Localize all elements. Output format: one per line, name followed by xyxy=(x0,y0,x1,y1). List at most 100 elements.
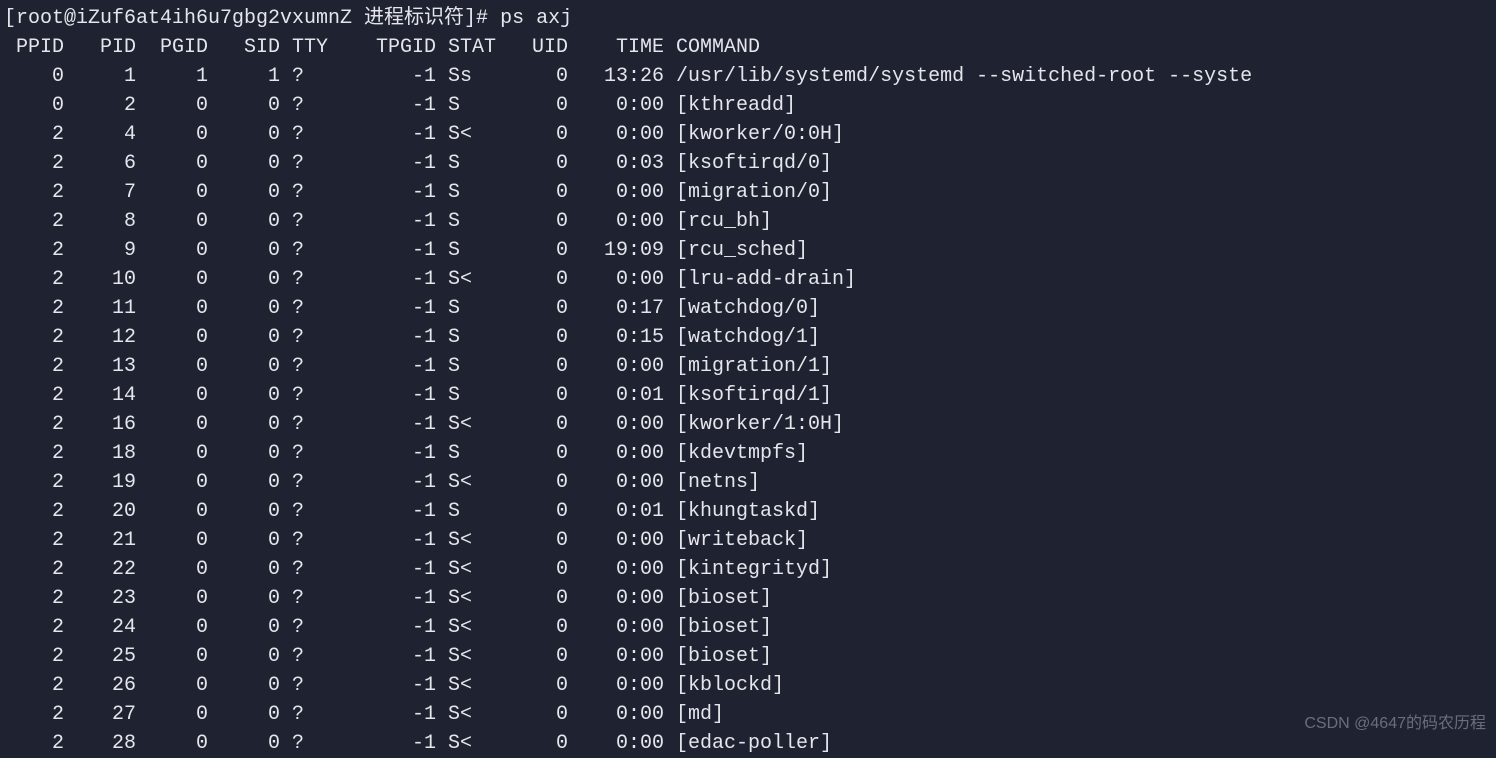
cell-stat: S< xyxy=(436,729,496,758)
cell-uid: 0 xyxy=(496,700,568,729)
cell-sid: 0 xyxy=(208,149,280,178)
cell-pgid: 0 xyxy=(136,236,208,265)
cell-sid: 0 xyxy=(208,120,280,149)
cell-tpgid: -1 xyxy=(328,91,436,120)
cell-stat: S xyxy=(436,207,496,236)
cell-command: [edac-poller] xyxy=(664,729,832,758)
cell-tty: ? xyxy=(280,381,328,410)
table-row: 22200?-1S<00:00[kintegrityd] xyxy=(4,555,1496,584)
col-time: TIME xyxy=(568,33,664,62)
cell-ppid: 2 xyxy=(4,642,64,671)
cell-pid: 24 xyxy=(64,613,136,642)
cell-stat: S xyxy=(436,149,496,178)
cell-tty: ? xyxy=(280,671,328,700)
cell-time: 0:01 xyxy=(568,497,664,526)
cell-sid: 0 xyxy=(208,91,280,120)
table-row: 22500?-1S<00:00[bioset] xyxy=(4,642,1496,671)
cell-tty: ? xyxy=(280,584,328,613)
cell-uid: 0 xyxy=(496,352,568,381)
cell-sid: 0 xyxy=(208,439,280,468)
cell-uid: 0 xyxy=(496,62,568,91)
cell-stat: S xyxy=(436,439,496,468)
cell-uid: 0 xyxy=(496,381,568,410)
cell-command: [kworker/0:0H] xyxy=(664,120,844,149)
cell-tty: ? xyxy=(280,700,328,729)
cell-time: 0:00 xyxy=(568,584,664,613)
cell-tty: ? xyxy=(280,352,328,381)
cell-pgid: 0 xyxy=(136,642,208,671)
cell-time: 0:15 xyxy=(568,323,664,352)
cell-time: 0:00 xyxy=(568,642,664,671)
cell-command: /usr/lib/systemd/systemd --switched-root… xyxy=(664,62,1252,91)
cell-stat: S xyxy=(436,178,496,207)
cell-pgid: 0 xyxy=(136,468,208,497)
cell-pgid: 0 xyxy=(136,555,208,584)
cell-pgid: 0 xyxy=(136,91,208,120)
cell-command: [kblockd] xyxy=(664,671,784,700)
cell-time: 0:00 xyxy=(568,91,664,120)
cell-tty: ? xyxy=(280,265,328,294)
table-row: 21900?-1S<00:00[netns] xyxy=(4,468,1496,497)
cell-pgid: 0 xyxy=(136,207,208,236)
cell-ppid: 2 xyxy=(4,555,64,584)
cell-pid: 2 xyxy=(64,91,136,120)
cell-ppid: 2 xyxy=(4,468,64,497)
table-row: 22300?-1S<00:00[bioset] xyxy=(4,584,1496,613)
cell-tty: ? xyxy=(280,642,328,671)
table-row: 22100?-1S<00:00[writeback] xyxy=(4,526,1496,555)
table-row: 21100?-1S00:17[watchdog/0] xyxy=(4,294,1496,323)
cell-tty: ? xyxy=(280,526,328,555)
cell-pgid: 0 xyxy=(136,497,208,526)
table-row: 2800?-1S00:00[rcu_bh] xyxy=(4,207,1496,236)
col-stat: STAT xyxy=(436,33,496,62)
cell-uid: 0 xyxy=(496,613,568,642)
cell-stat: Ss xyxy=(436,62,496,91)
cell-sid: 0 xyxy=(208,700,280,729)
cell-pid: 27 xyxy=(64,700,136,729)
cell-tty: ? xyxy=(280,555,328,584)
cell-ppid: 2 xyxy=(4,265,64,294)
cell-command: [kdevtmpfs] xyxy=(664,439,808,468)
cell-pid: 10 xyxy=(64,265,136,294)
col-pgid: PGID xyxy=(136,33,208,62)
cell-ppid: 0 xyxy=(4,91,64,120)
terminal-output[interactable]: [root@iZuf6at4ih6u7gbg2vxumnZ 进程标识符]# ps… xyxy=(0,0,1496,758)
cell-ppid: 2 xyxy=(4,729,64,758)
cell-time: 13:26 xyxy=(568,62,664,91)
col-uid: UID xyxy=(496,33,568,62)
cell-time: 0:00 xyxy=(568,207,664,236)
cell-tpgid: -1 xyxy=(328,62,436,91)
cell-tpgid: -1 xyxy=(328,207,436,236)
cell-uid: 0 xyxy=(496,207,568,236)
cell-pgid: 0 xyxy=(136,613,208,642)
prompt-line: [root@iZuf6at4ih6u7gbg2vxumnZ 进程标识符]# ps… xyxy=(4,4,1496,33)
cell-pid: 4 xyxy=(64,120,136,149)
cell-stat: S< xyxy=(436,555,496,584)
cell-time: 0:00 xyxy=(568,439,664,468)
cell-tpgid: -1 xyxy=(328,410,436,439)
cell-stat: S< xyxy=(436,526,496,555)
cell-sid: 0 xyxy=(208,613,280,642)
cell-command: [rcu_bh] xyxy=(664,207,772,236)
cell-ppid: 2 xyxy=(4,323,64,352)
cell-pgid: 0 xyxy=(136,294,208,323)
cell-uid: 0 xyxy=(496,265,568,294)
cell-stat: S xyxy=(436,323,496,352)
cell-tty: ? xyxy=(280,120,328,149)
cell-pid: 19 xyxy=(64,468,136,497)
cell-sid: 0 xyxy=(208,381,280,410)
cell-sid: 0 xyxy=(208,265,280,294)
cell-uid: 0 xyxy=(496,439,568,468)
cell-sid: 0 xyxy=(208,352,280,381)
cell-ppid: 0 xyxy=(4,62,64,91)
cell-pid: 20 xyxy=(64,497,136,526)
col-sid: SID xyxy=(208,33,280,62)
cell-tty: ? xyxy=(280,497,328,526)
cell-uid: 0 xyxy=(496,236,568,265)
cell-command: [migration/0] xyxy=(664,178,832,207)
cell-tpgid: -1 xyxy=(328,352,436,381)
table-row: 21000?-1S<00:00[lru-add-drain] xyxy=(4,265,1496,294)
cell-tpgid: -1 xyxy=(328,236,436,265)
cell-tpgid: -1 xyxy=(328,497,436,526)
cell-time: 0:00 xyxy=(568,265,664,294)
